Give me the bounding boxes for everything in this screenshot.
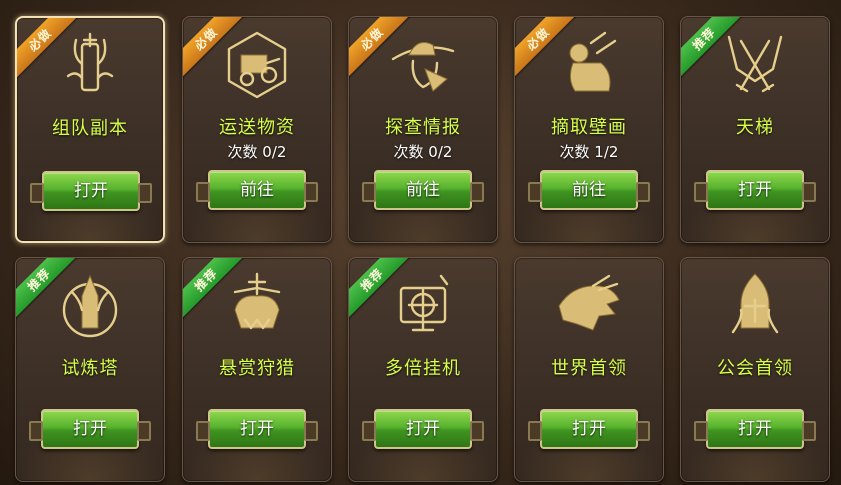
go-button[interactable]: 前往 — [528, 170, 650, 210]
go-button[interactable]: 前往 — [362, 170, 484, 210]
card-title: 悬赏狩猎 — [219, 358, 295, 379]
card-guild-boss[interactable]: 公会首领 打开 — [680, 257, 830, 482]
card-title: 天梯 — [736, 117, 774, 138]
card-title: 运送物资 — [219, 117, 295, 138]
card-title: 世界首领 — [551, 358, 627, 379]
attempts-count: 次数 0/2 — [227, 143, 287, 161]
activity-grid: 必做 组队副本 打开 必做 运送物资 次数 0/2 前往 必做 探查情报 次数 … — [0, 0, 841, 485]
supply-cart-icon — [227, 31, 287, 99]
open-button[interactable]: 打开 — [694, 409, 816, 449]
card-team-dungeon[interactable]: 必做 组队副本 打开 — [15, 16, 165, 243]
attempts-count: 次数 1/2 — [559, 143, 619, 161]
open-button[interactable]: 打开 — [196, 409, 318, 449]
open-button[interactable]: 打开 — [694, 170, 816, 210]
horned-helmet-icon — [62, 274, 118, 338]
card-title: 组队副本 — [52, 118, 128, 139]
open-button[interactable]: 打开 — [30, 171, 152, 211]
card-title: 探查情报 — [385, 117, 461, 138]
helmet-emblem-icon — [66, 32, 114, 92]
open-button[interactable]: 打开 — [29, 409, 151, 449]
open-button[interactable]: 打开 — [362, 409, 484, 449]
card-scout-intel[interactable]: 必做 探查情报 次数 0/2 前往 — [348, 16, 498, 243]
dragon-head-icon — [558, 274, 620, 331]
attempts-count: 次数 0/2 — [393, 143, 453, 161]
card-title: 试炼塔 — [61, 358, 119, 379]
mural-thief-icon — [569, 31, 617, 92]
go-button[interactable]: 前往 — [196, 170, 318, 210]
knight-helm-icon — [731, 273, 779, 334]
card-bounty-hunt[interactable]: 推荐 悬赏狩猎 打开 — [182, 257, 332, 482]
card-title: 公会首领 — [717, 358, 793, 379]
card-ladder[interactable]: 推荐 天梯 打开 — [680, 16, 830, 243]
card-transport-supplies[interactable]: 必做 运送物资 次数 0/2 前往 — [182, 16, 332, 243]
card-title: 多倍挂机 — [385, 358, 461, 379]
spy-hat-icon — [391, 42, 455, 92]
crossed-swords-icon — [727, 35, 783, 93]
card-world-boss[interactable]: 世界首领 打开 — [514, 257, 664, 482]
card-trial-tower[interactable]: 推荐 试炼塔 打开 — [15, 257, 165, 482]
card-title: 摘取壁画 — [551, 117, 627, 138]
card-multi-afk[interactable]: 推荐 多倍挂机 打开 — [348, 257, 498, 482]
target-monitor-icon — [399, 274, 449, 332]
open-button[interactable]: 打开 — [528, 409, 650, 449]
card-take-mural[interactable]: 必做 摘取壁画 次数 1/2 前往 — [514, 16, 664, 243]
beast-skull-icon — [233, 272, 281, 330]
